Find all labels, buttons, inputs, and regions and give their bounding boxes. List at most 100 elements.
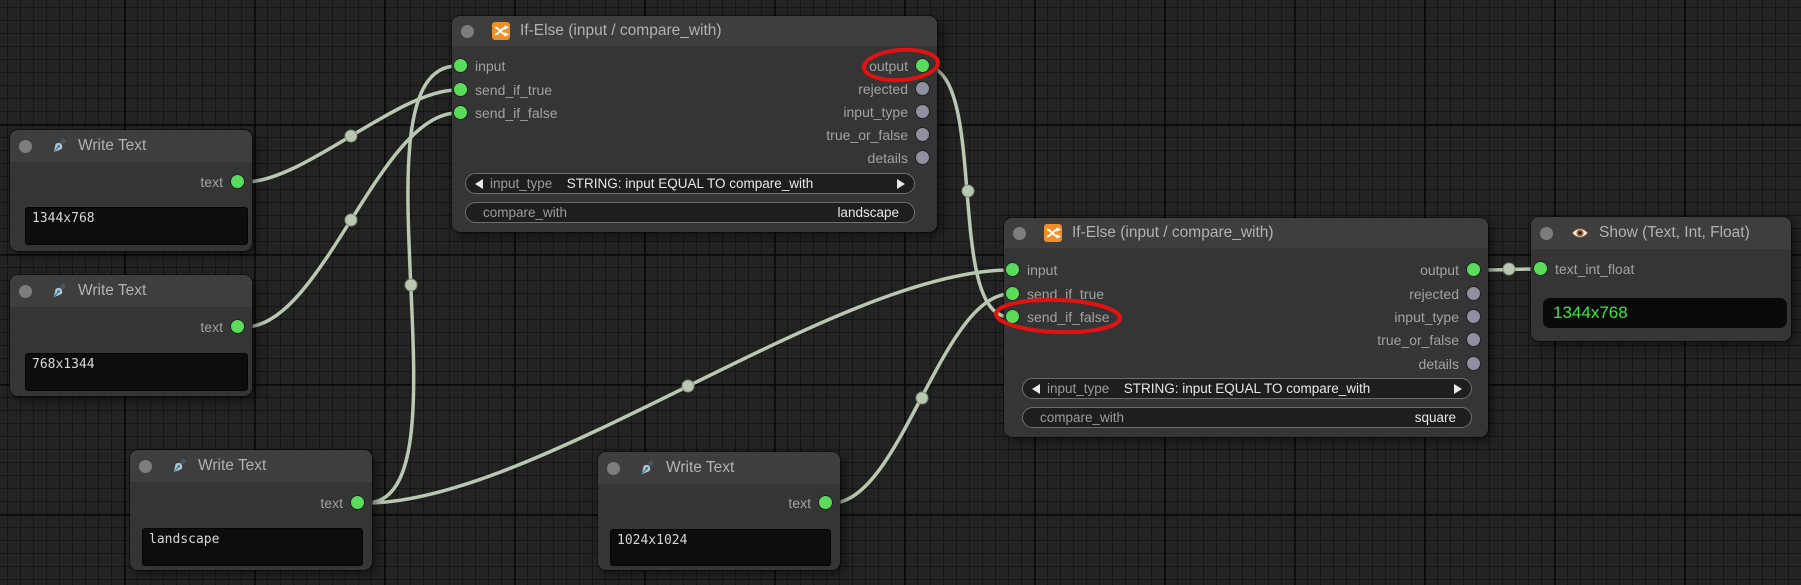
output-port-details[interactable]: details [1419,357,1480,370]
node-title: Write Text [78,282,146,300]
port-dot[interactable] [454,83,467,96]
output-port-details[interactable]: details [868,151,929,164]
port-label: output [1420,262,1459,278]
widget-label: input_type [490,176,552,191]
port-dot[interactable] [1006,263,1019,276]
output-port-text[interactable]: text [200,175,244,188]
node-titlebar[interactable]: Write Text [10,130,252,162]
input-port-input[interactable]: input [454,59,505,72]
port-dot[interactable] [454,59,467,72]
collapse-dot[interactable] [19,140,32,153]
node-titlebar[interactable]: Write Text [10,275,252,307]
port-label: input_type [843,104,908,120]
node-show-text[interactable]: Show (Text, Int, Float) text_int_float 1… [1531,217,1791,341]
input-port-text-int-float[interactable]: text_int_float [1534,262,1634,275]
port-dot[interactable] [916,59,929,72]
text-input[interactable]: 768x1344 [25,353,248,391]
node-write-text-1[interactable]: Write Text text 1344x768 [10,130,252,251]
fountain-pen-icon [638,459,656,477]
link-midpoint[interactable] [682,380,694,392]
node-titlebar[interactable]: Show (Text, Int, Float) [1531,217,1791,249]
collapse-dot[interactable] [139,460,152,473]
widget-input-type[interactable]: input_type STRING: input EQUAL TO compar… [465,173,915,194]
output-port-input-type[interactable]: input_type [843,105,929,118]
port-dot[interactable] [819,496,832,509]
node-titlebar[interactable]: Write Text [130,450,372,482]
output-port-true-or-false[interactable]: true_or_false [826,128,929,141]
port-dot[interactable] [1006,287,1019,300]
port-label: rejected [1409,286,1459,302]
port-dot[interactable] [916,128,929,141]
input-port-send-if-true[interactable]: send_if_true [1006,287,1104,300]
port-dot[interactable] [916,151,929,164]
node-titlebar[interactable]: If-Else (input / compare_with) [1004,218,1488,248]
port-label: input [475,58,505,74]
text-input[interactable]: 1024x1024 [610,529,831,566]
port-dot[interactable] [916,82,929,95]
output-port-text[interactable]: text [320,496,364,509]
link-midpoint[interactable] [345,214,357,226]
wire-1344x768-to-ifelse1-send-if-true[interactable] [245,90,457,182]
port-label: rejected [858,81,908,97]
input-port-input[interactable]: input [1006,263,1057,276]
widget-input-type[interactable]: input_type STRING: input EQUAL TO compar… [1022,378,1472,399]
output-port-text[interactable]: text [788,496,832,509]
output-port-rejected[interactable]: rejected [1409,287,1480,300]
link-midpoint[interactable] [1503,263,1515,275]
input-port-send-if-false[interactable]: send_if_false [1006,310,1110,323]
link-midpoint[interactable] [345,130,357,142]
input-port-send-if-true[interactable]: send_if_true [454,83,552,96]
output-port-input-type[interactable]: input_type [1394,310,1480,323]
input-port-send-if-false[interactable]: send_if_false [454,106,558,119]
port-label: text [788,495,811,511]
link-midpoint[interactable] [405,279,417,291]
collapse-dot[interactable] [461,25,474,38]
output-port-output[interactable]: output [1420,263,1480,276]
port-dot[interactable] [916,105,929,118]
port-dot[interactable] [1006,310,1019,323]
widget-compare-with[interactable]: compare_with landscape [465,202,915,223]
output-port-true-or-false[interactable]: true_or_false [1377,333,1480,346]
collapse-dot[interactable] [1013,227,1026,240]
eye-icon [1571,224,1589,242]
wire-768x1344-to-ifelse1-send-if-false[interactable] [245,113,457,327]
node-titlebar[interactable]: If-Else (input / compare_with) [452,16,937,46]
node-write-text-4[interactable]: Write Text text 1024x1024 [598,452,840,570]
node-titlebar[interactable]: Write Text [598,452,840,484]
port-dot[interactable] [231,175,244,188]
port-dot[interactable] [351,496,364,509]
port-dot[interactable] [231,320,244,333]
node-if-else-2[interactable]: If-Else (input / compare_with) input sen… [1004,218,1488,437]
node-write-text-3[interactable]: Write Text text landscape [130,450,372,570]
link-midpoint[interactable] [962,185,974,197]
text-input[interactable]: 1344x768 [25,207,248,245]
node-title: Write Text [666,459,734,477]
collapse-dot[interactable] [19,285,32,298]
port-dot[interactable] [1467,263,1480,276]
output-port-output[interactable]: output [869,59,929,72]
port-dot[interactable] [454,106,467,119]
node-title: Write Text [198,457,266,475]
text-input[interactable]: landscape [142,528,363,566]
collapse-dot[interactable] [607,462,620,475]
node-title: Write Text [78,137,146,155]
port-label: text [200,319,223,335]
node-if-else-1[interactable]: If-Else (input / compare_with) input sen… [452,16,937,232]
port-label: details [868,150,908,166]
wire-1024x1024-to-ifelse2-send-if-true[interactable] [832,294,1010,503]
port-dot[interactable] [1467,287,1480,300]
output-port-text[interactable]: text [200,320,244,333]
wire-landscape-to-ifelse1-input[interactable] [366,66,457,503]
port-dot[interactable] [1467,333,1480,346]
node-write-text-2[interactable]: Write Text text 768x1344 [10,275,252,396]
collapse-dot[interactable] [1540,227,1553,240]
port-label: send_if_true [1027,286,1104,302]
widget-compare-with[interactable]: compare_with square [1022,407,1472,428]
port-dot[interactable] [1467,357,1480,370]
port-dot[interactable] [1534,262,1547,275]
node-editor-canvas[interactable]: Write Text text 1344x768 Write Text text… [0,0,1801,585]
port-label: text [320,495,343,511]
link-midpoint[interactable] [916,392,928,404]
port-dot[interactable] [1467,310,1480,323]
output-port-rejected[interactable]: rejected [858,82,929,95]
